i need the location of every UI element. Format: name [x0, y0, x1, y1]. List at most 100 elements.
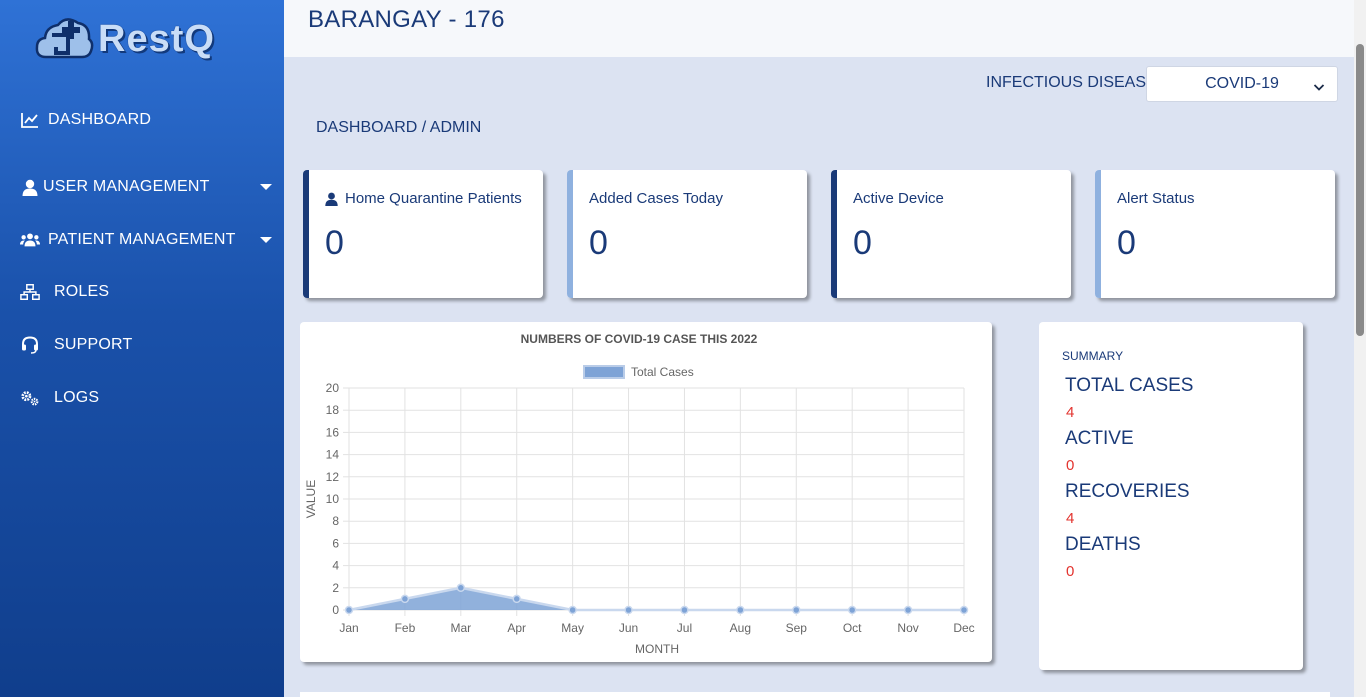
card-stripe: [1095, 170, 1101, 298]
y-tick-label: 20: [326, 381, 340, 395]
x-tick-label: Nov: [897, 621, 918, 635]
sidebar-item-label: ROLES: [54, 283, 110, 300]
infectious-disease-select[interactable]: COVID-19: [1146, 66, 1338, 102]
data-point: [959, 605, 969, 615]
top-header: BARANGAY - 176: [284, 0, 1354, 57]
user-icon: [325, 192, 338, 206]
cases-chart: NUMBERS OF COVID-19 CASE THIS 2022 Total …: [304, 332, 975, 656]
page-title: BARANGAY - 176: [308, 6, 505, 33]
sidebar-item-label: LOGS: [54, 389, 100, 406]
logo-text: RestQ: [98, 17, 215, 60]
card-title: Alert Status: [1117, 190, 1195, 207]
x-tick-label: Jul: [677, 621, 692, 635]
card-value: 0: [1117, 224, 1136, 262]
x-tick-label: May: [561, 621, 584, 635]
data-point: [512, 594, 521, 604]
x-tick-label: Aug: [730, 621, 751, 635]
x-tick-label: Oct: [843, 621, 862, 635]
stat-card-home-quarantine: Home Quarantine Patients 0: [303, 170, 543, 298]
headset-icon: [20, 335, 40, 355]
summary-deaths-label: DEATHS: [1065, 534, 1141, 555]
y-tick-label: 4: [332, 559, 339, 573]
card-title: Home Quarantine Patients: [325, 190, 522, 207]
sidebar-item-support[interactable]: SUPPORT: [20, 335, 272, 355]
sidebar-item-label: PATIENT MANAGEMENT: [48, 231, 236, 248]
summary-total-cases-label: TOTAL CASES: [1065, 375, 1194, 396]
y-tick-label: 2: [332, 581, 339, 595]
y-tick-label: 12: [326, 470, 340, 484]
sidebar-item-roles[interactable]: ROLES: [20, 282, 272, 302]
stat-card-added-cases-today: Added Cases Today 0: [567, 170, 807, 298]
scrollbar-thumb[interactable]: [1356, 44, 1364, 336]
stat-card-alert-status: Alert Status 0: [1095, 170, 1335, 298]
y-tick-label: 18: [326, 403, 340, 417]
x-tick-label: Apr: [507, 621, 526, 635]
x-tick-label: Sep: [786, 621, 808, 635]
data-point: [400, 594, 410, 604]
chart-title: NUMBERS OF COVID-19 CASE THIS 2022: [521, 332, 758, 346]
stat-card-active-device: Active Device 0: [831, 170, 1071, 298]
card-stripe: [831, 170, 837, 298]
x-tick-label: Mar: [450, 621, 471, 635]
y-tick-label: 6: [332, 536, 339, 550]
next-card-edge: [300, 692, 1330, 697]
chevron-down-icon[interactable]: [260, 184, 272, 190]
data-point: [456, 583, 466, 593]
sitemap-icon: [20, 282, 40, 302]
sidebar-item-dashboard[interactable]: DASHBOARD: [20, 110, 272, 130]
app-logo[interactable]: RestQ: [34, 12, 234, 66]
x-tick-label: Dec: [953, 621, 974, 635]
chevron-down-icon[interactable]: [260, 237, 272, 243]
y-tick-label: 16: [326, 425, 340, 439]
sidebar: RestQ DASHBOARD USER MANAGEMENT PATIENT …: [0, 0, 284, 697]
infectious-disease-label: INFECTIOUS DISEASE: [986, 74, 1157, 91]
users-icon: [20, 230, 40, 250]
x-tick-label: Feb: [395, 621, 416, 635]
summary-recoveries-value: 4: [1066, 510, 1075, 527]
sidebar-item-label: SUPPORT: [54, 336, 133, 353]
sidebar-item-label: USER MANAGEMENT: [43, 178, 210, 195]
selected-disease: COVID-19: [1205, 75, 1279, 92]
page-scrollbar[interactable]: [1354, 0, 1366, 697]
card-stripe: [303, 170, 309, 298]
sidebar-item-label: DASHBOARD: [48, 111, 152, 128]
summary-heading: SUMMARY: [1062, 349, 1124, 363]
legend-swatch: [583, 365, 625, 379]
y-axis-label: VALUE: [304, 480, 318, 518]
data-point: [736, 605, 745, 615]
card-title: Active Device: [853, 190, 944, 207]
summary-card: SUMMARY TOTAL CASES 4 ACTIVE 0 RECOVERIE…: [1039, 322, 1303, 670]
y-tick-label: 14: [326, 448, 340, 462]
card-value: 0: [325, 224, 344, 262]
data-point: [624, 605, 633, 615]
cogs-icon: [20, 388, 40, 408]
data-point: [680, 605, 689, 615]
data-point: [903, 605, 913, 615]
sidebar-item-patient-management[interactable]: PATIENT MANAGEMENT: [20, 230, 272, 250]
data-point: [792, 605, 801, 615]
y-tick-label: 0: [332, 603, 339, 617]
x-tick-label: Jun: [619, 621, 638, 635]
x-axis-label: MONTH: [635, 642, 679, 656]
y-tick-label: 10: [326, 492, 340, 506]
sidebar-item-user-management[interactable]: USER MANAGEMENT: [20, 177, 272, 197]
data-point: [568, 605, 577, 615]
chart-line-icon: [20, 110, 40, 130]
x-tick-label: Jan: [339, 621, 358, 635]
card-title-text: Home Quarantine Patients: [345, 190, 522, 207]
data-point: [847, 605, 857, 615]
card-value: 0: [589, 224, 608, 262]
summary-deaths-value: 0: [1066, 563, 1075, 580]
summary-total-cases-value: 4: [1066, 404, 1075, 421]
data-point: [344, 605, 354, 615]
chevron-down-icon: [1313, 78, 1325, 97]
user-icon: [20, 177, 40, 197]
card-title: Added Cases Today: [589, 190, 723, 207]
sidebar-item-logs[interactable]: LOGS: [20, 388, 272, 408]
card-stripe: [567, 170, 573, 298]
cases-chart-card: NUMBERS OF COVID-19 CASE THIS 2022 Total …: [300, 322, 992, 662]
card-value: 0: [853, 224, 872, 262]
legend-label: Total Cases: [631, 365, 694, 379]
summary-active-value: 0: [1066, 457, 1075, 474]
y-tick-label: 8: [332, 514, 339, 528]
